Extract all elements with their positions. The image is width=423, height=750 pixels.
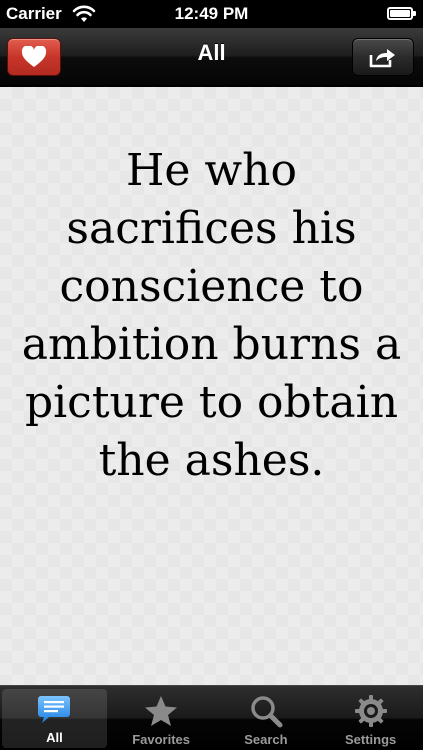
- star-icon: [145, 696, 178, 726]
- tab-bar: All Favorites Search Settings: [0, 685, 423, 750]
- tab-label: Favorites: [132, 732, 191, 747]
- clock: 12:49 PM: [174, 4, 249, 23]
- tab-settings[interactable]: Settings: [318, 686, 423, 750]
- tab-label: Settings: [344, 732, 397, 747]
- tab-all[interactable]: All: [2, 689, 107, 748]
- navigation-bar: All: [0, 28, 423, 86]
- quote-area: He who sacrifices his conscience to ambi…: [0, 87, 423, 685]
- tab-favorites[interactable]: Favorites: [109, 686, 214, 750]
- status-bar: Carrier 12:49 PM: [0, 0, 423, 28]
- tab-label: Search: [244, 732, 288, 747]
- battery-icon: [387, 7, 416, 20]
- quote-text: He who sacrifices his conscience to ambi…: [21, 145, 402, 486]
- gear-icon: [354, 695, 387, 727]
- share-button[interactable]: [352, 38, 414, 76]
- share-icon: [369, 49, 395, 68]
- speech-bubble-icon: [38, 696, 71, 723]
- tab-search[interactable]: Search: [214, 686, 319, 750]
- magnifier-icon: [251, 696, 283, 728]
- tab-label: All: [46, 730, 63, 745]
